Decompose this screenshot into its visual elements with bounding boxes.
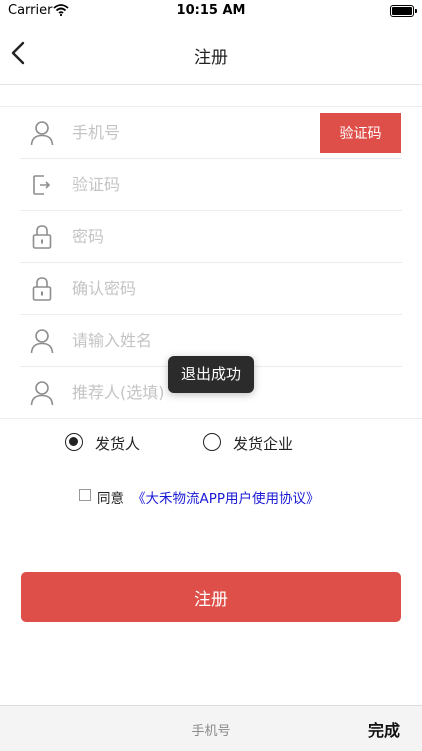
code-row <box>20 159 402 211</box>
done-button[interactable]: 完成 <box>368 717 400 741</box>
user-icon <box>30 329 54 354</box>
lock-icon <box>32 225 52 249</box>
phone-row: 验证码 <box>20 107 402 159</box>
code-input[interactable] <box>72 171 302 197</box>
lock-icon <box>32 277 52 301</box>
confirm-password-input[interactable] <box>72 275 302 301</box>
agreement-checkbox[interactable] <box>79 489 91 501</box>
agreement-prefix: 同意 <box>97 491 124 507</box>
battery-icon <box>390 5 417 17</box>
keyboard-field-hint: 手机号 <box>191 724 231 739</box>
password-row <box>20 211 402 263</box>
page-title: 注册 <box>194 48 228 68</box>
password-input[interactable] <box>72 223 302 249</box>
keyboard-toolbar: 手机号 完成 <box>0 705 422 751</box>
radio-shipper-label: 发货人 <box>95 435 141 453</box>
status-bar: Carrier 10:15 AM <box>0 0 422 22</box>
role-radio-group: 发货人 发货企业 <box>0 430 422 458</box>
nav-bar: 注册 <box>0 22 422 85</box>
user-icon <box>30 121 54 146</box>
radio-unchecked-icon <box>203 433 221 451</box>
user-icon <box>30 381 54 406</box>
agreement-link[interactable]: 《大禾物流APP用户使用协议》 <box>132 487 320 507</box>
radio-checked-icon <box>65 433 83 451</box>
clock: 10:15 AM <box>176 3 246 18</box>
toast-message: 退出成功 <box>168 356 254 393</box>
radio-enterprise-label: 发货企业 <box>233 435 294 453</box>
phone-input[interactable] <box>72 119 302 145</box>
enter-code-icon <box>33 175 51 195</box>
confirm-password-row <box>20 263 402 315</box>
get-code-button[interactable]: 验证码 <box>320 113 401 153</box>
name-input[interactable] <box>72 327 302 353</box>
register-button[interactable]: 注册 <box>21 572 401 622</box>
